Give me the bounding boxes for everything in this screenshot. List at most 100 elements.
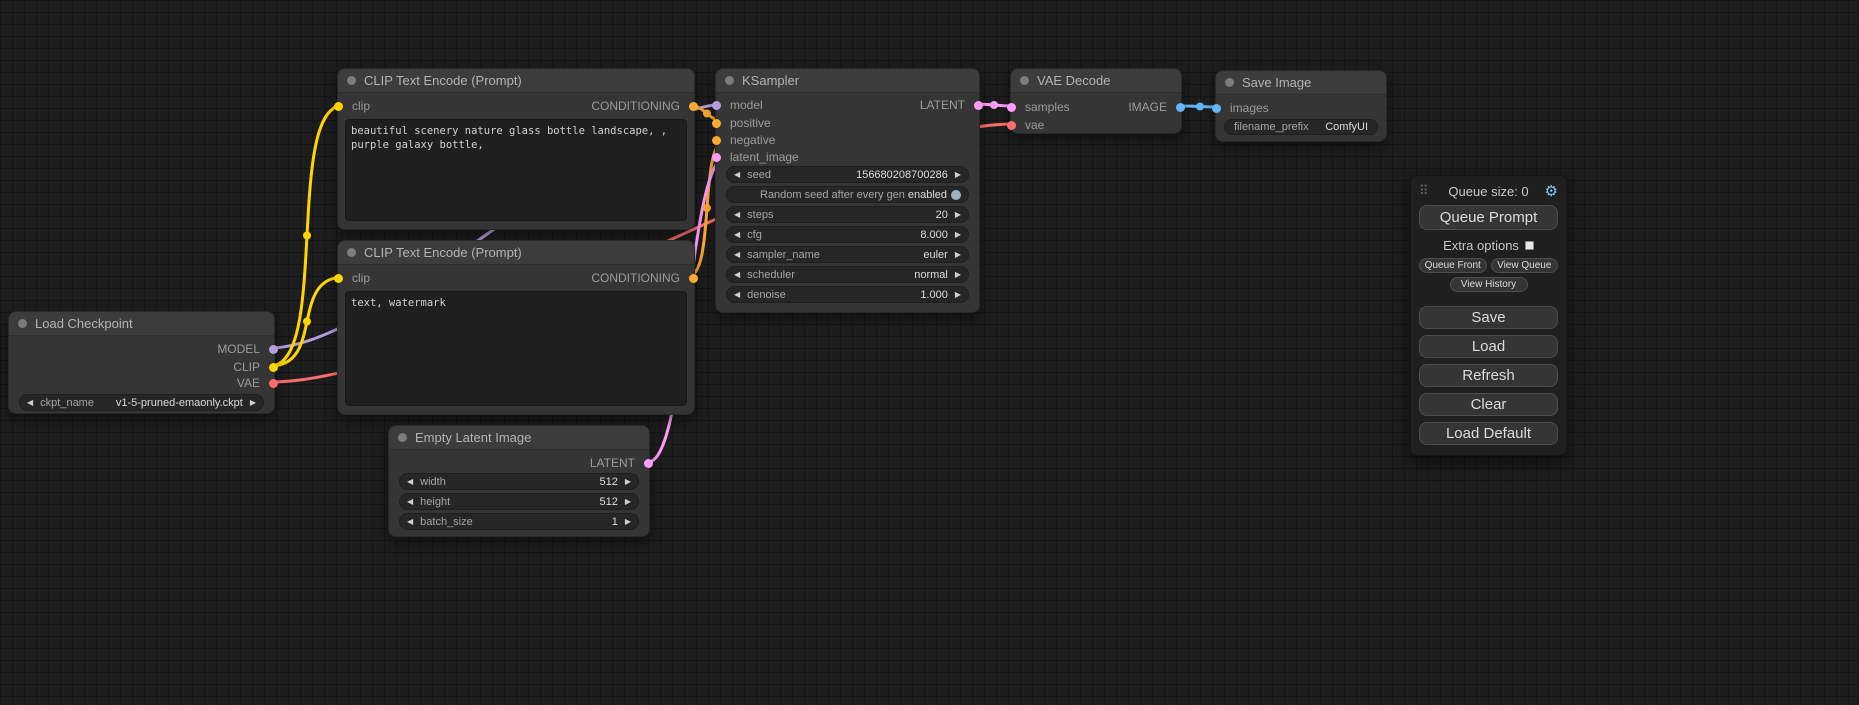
load-default-button[interactable]: Load Default (1419, 422, 1558, 445)
slot-label: samples (1025, 100, 1070, 114)
view-queue-button[interactable]: View Queue (1491, 258, 1559, 273)
negative-prompt-textarea[interactable]: text, watermark (345, 291, 687, 406)
node-header[interactable]: Empty Latent Image (389, 426, 649, 450)
slot-label: CONDITIONING (591, 99, 680, 113)
model-input-dot[interactable] (712, 101, 721, 110)
filename-prefix-widget[interactable]: filename_prefix ComfyUI (1224, 119, 1378, 135)
seed-widget[interactable]: ◀ seed 156680208700286 ▶ (726, 166, 969, 183)
node-header[interactable]: VAE Decode (1011, 69, 1181, 93)
widget-value: 156680208700286 (856, 169, 948, 181)
slot-label: MODEL (217, 342, 260, 356)
width-widget[interactable]: ◀ width 512 ▶ (399, 473, 639, 490)
node-clip-text-encode-negative[interactable]: CLIP Text Encode (Prompt) clip CONDITION… (337, 240, 695, 415)
node-empty-latent-image[interactable]: Empty Latent Image LATENT ◀ width 512 ▶ … (388, 425, 650, 537)
cfg-widget[interactable]: ◀ cfg 8.000 ▶ (726, 226, 969, 243)
increment-arrow-icon[interactable]: ▶ (625, 493, 631, 510)
link-midpoint-dot (1196, 103, 1204, 111)
input-slot-negative: negative (716, 132, 775, 148)
queue-menu-panel: ⠿ Queue size: 0 ⚙ Queue Prompt Extra opt… (1410, 175, 1567, 456)
latent-image-input-dot[interactable] (712, 153, 721, 162)
widget-value: 1.000 (920, 289, 948, 301)
ckpt-name-widget[interactable]: ◀ ckpt_name v1-5-pruned-emaonly.ckpt ▶ (19, 394, 264, 411)
queue-front-button[interactable]: Queue Front (1419, 258, 1487, 273)
view-history-button[interactable]: View History (1450, 277, 1528, 292)
scheduler-widget[interactable]: ◀ scheduler normal ▶ (726, 266, 969, 283)
node-header[interactable]: CLIP Text Encode (Prompt) (338, 241, 694, 265)
collapse-dot-icon[interactable] (725, 76, 734, 85)
clip-input-dot[interactable] (334, 274, 343, 283)
vae-input-dot[interactable] (1007, 121, 1016, 130)
slot-label: LATENT (920, 98, 965, 112)
node-header[interactable]: Save Image (1216, 71, 1386, 95)
toggle-knob-icon[interactable] (951, 190, 961, 200)
widget-label: height (420, 496, 450, 508)
decrement-arrow-icon[interactable]: ◀ (27, 394, 33, 411)
positive-prompt-textarea[interactable]: beautiful scenery nature glass bottle la… (345, 119, 687, 221)
node-header[interactable]: Load Checkpoint (9, 312, 274, 336)
increment-arrow-icon[interactable]: ▶ (625, 513, 631, 530)
collapse-dot-icon[interactable] (347, 248, 356, 257)
collapse-dot-icon[interactable] (1225, 78, 1234, 87)
positive-input-dot[interactable] (712, 119, 721, 128)
drag-handle-icon[interactable]: ⠿ (1419, 183, 1429, 199)
widget-value: 20 (936, 209, 948, 221)
increment-arrow-icon[interactable]: ▶ (955, 286, 961, 303)
increment-arrow-icon[interactable]: ▶ (955, 206, 961, 223)
model-output-dot[interactable] (269, 345, 278, 354)
images-input-dot[interactable] (1212, 104, 1221, 113)
batch-size-widget[interactable]: ◀ batch_size 1 ▶ (399, 513, 639, 530)
decrement-arrow-icon[interactable]: ◀ (734, 266, 740, 283)
increment-arrow-icon[interactable]: ▶ (955, 166, 961, 183)
load-button[interactable]: Load (1419, 335, 1558, 358)
decrement-arrow-icon[interactable]: ◀ (734, 226, 740, 243)
decrement-arrow-icon[interactable]: ◀ (734, 246, 740, 263)
decrement-arrow-icon[interactable]: ◀ (407, 473, 413, 490)
increment-arrow-icon[interactable]: ▶ (625, 473, 631, 490)
extra-options-label: Extra options (1443, 238, 1519, 253)
conditioning-output-dot[interactable] (689, 102, 698, 111)
node-graph-canvas[interactable]: Load Checkpoint MODEL CLIP VAE ◀ ckpt_na… (0, 0, 1859, 705)
clip-output-dot[interactable] (269, 363, 278, 372)
latent-output-dot[interactable] (974, 101, 983, 110)
node-title: CLIP Text Encode (Prompt) (364, 73, 522, 88)
denoise-widget[interactable]: ◀ denoise 1.000 ▶ (726, 286, 969, 303)
node-vae-decode[interactable]: VAE Decode samples vae IMAGE (1010, 68, 1182, 134)
refresh-button[interactable]: Refresh (1419, 364, 1558, 387)
increment-arrow-icon[interactable]: ▶ (955, 226, 961, 243)
conditioning-output-dot[interactable] (689, 274, 698, 283)
clip-input-dot[interactable] (334, 102, 343, 111)
queue-prompt-button[interactable]: Queue Prompt (1419, 205, 1558, 230)
decrement-arrow-icon[interactable]: ◀ (407, 513, 413, 530)
settings-gear-icon[interactable]: ⚙ (1545, 182, 1558, 200)
decrement-arrow-icon[interactable]: ◀ (734, 206, 740, 223)
collapse-dot-icon[interactable] (18, 319, 27, 328)
increment-arrow-icon[interactable]: ▶ (955, 246, 961, 263)
samples-input-dot[interactable] (1007, 103, 1016, 112)
height-widget[interactable]: ◀ height 512 ▶ (399, 493, 639, 510)
save-button[interactable]: Save (1419, 306, 1558, 329)
collapse-dot-icon[interactable] (1020, 76, 1029, 85)
decrement-arrow-icon[interactable]: ◀ (734, 286, 740, 303)
increment-arrow-icon[interactable]: ▶ (250, 394, 256, 411)
increment-arrow-icon[interactable]: ▶ (955, 266, 961, 283)
node-ksampler[interactable]: KSampler model positive negative latent_… (715, 68, 980, 313)
steps-widget[interactable]: ◀ steps 20 ▶ (726, 206, 969, 223)
random-seed-toggle-widget[interactable]: Random seed after every gen enabled (726, 186, 969, 203)
sampler-name-widget[interactable]: ◀ sampler_name euler ▶ (726, 246, 969, 263)
extra-options-checkbox[interactable] (1525, 241, 1534, 250)
node-load-checkpoint[interactable]: Load Checkpoint MODEL CLIP VAE ◀ ckpt_na… (8, 311, 275, 414)
collapse-dot-icon[interactable] (347, 76, 356, 85)
node-save-image[interactable]: Save Image images filename_prefix ComfyU… (1215, 70, 1387, 142)
decrement-arrow-icon[interactable]: ◀ (407, 493, 413, 510)
decrement-arrow-icon[interactable]: ◀ (734, 166, 740, 183)
image-output-dot[interactable] (1176, 103, 1185, 112)
node-header[interactable]: KSampler (716, 69, 979, 93)
clear-button[interactable]: Clear (1419, 393, 1558, 416)
collapse-dot-icon[interactable] (398, 433, 407, 442)
node-header[interactable]: CLIP Text Encode (Prompt) (338, 69, 694, 93)
widget-value: enabled (908, 189, 947, 201)
vae-output-dot[interactable] (269, 379, 278, 388)
node-clip-text-encode-positive[interactable]: CLIP Text Encode (Prompt) clip CONDITION… (337, 68, 695, 230)
negative-input-dot[interactable] (712, 136, 721, 145)
latent-output-dot[interactable] (644, 459, 653, 468)
